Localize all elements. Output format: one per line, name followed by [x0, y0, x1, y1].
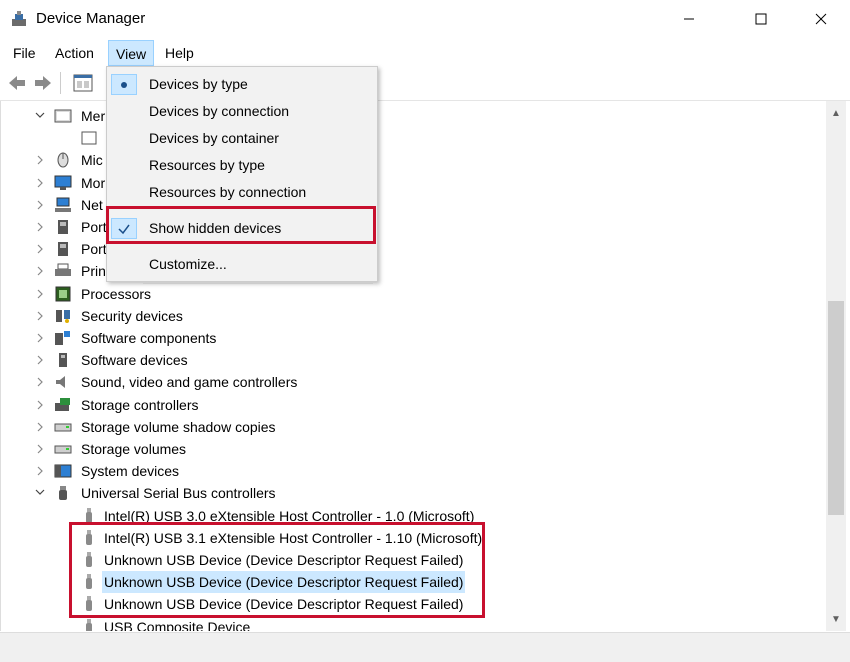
chevron-right-icon[interactable] — [34, 371, 46, 393]
scroll-up-icon[interactable]: ▲ — [826, 103, 846, 123]
tree-category-label: Mer — [81, 108, 106, 124]
chevron-right-icon[interactable] — [34, 416, 46, 438]
tree-category-label: Processors — [81, 285, 152, 302]
view-menu-item-label: Devices by container — [149, 130, 279, 146]
highlight-usb-devices — [69, 522, 485, 618]
bullet-icon — [111, 74, 137, 95]
tree-category-label: Port — [81, 241, 107, 258]
tree-category-label: System devices — [81, 463, 180, 480]
view-menu-item[interactable]: Resources by connection — [107, 179, 377, 206]
menu-separator — [143, 283, 373, 284]
highlight-show-hidden — [106, 206, 376, 244]
chevron-right-icon[interactable] — [34, 238, 46, 260]
minimize-icon — [684, 18, 694, 20]
tree-category-label: Storage volume shadow copies — [81, 418, 276, 435]
close-icon — [815, 13, 827, 25]
chevron-down-icon[interactable] — [34, 482, 46, 504]
status-bar — [0, 632, 850, 662]
tree-category-label: Storage controllers — [81, 396, 199, 413]
tree-category-label: Prin — [81, 263, 106, 280]
chevron-right-icon[interactable] — [34, 394, 46, 416]
scroll-down-icon[interactable]: ▼ — [826, 609, 846, 629]
security-icon — [54, 308, 72, 324]
view-menu-item[interactable]: Devices by container — [107, 125, 377, 152]
view-menu-item-label: Resources by connection — [149, 184, 307, 200]
mouse-icon — [54, 152, 72, 168]
menu-view[interactable]: View — [108, 40, 155, 66]
chevron-right-icon[interactable] — [34, 260, 46, 282]
port-icon — [54, 219, 72, 235]
chevron-right-icon[interactable] — [34, 438, 46, 460]
tree-category-label: Software devices — [81, 352, 188, 369]
memory-icon — [54, 108, 72, 124]
view-menu-item[interactable]: Resources by type — [107, 152, 377, 179]
chevron-right-icon[interactable] — [34, 149, 46, 171]
menu-bar: File Action View Help — [0, 40, 850, 66]
software-device-icon — [54, 352, 72, 368]
chevron-right-icon[interactable] — [34, 349, 46, 371]
usb-icon — [80, 618, 98, 631]
tree-category-label: Mor — [81, 174, 106, 191]
chevron-right-icon[interactable] — [34, 194, 46, 216]
software-component-icon — [54, 330, 72, 346]
view-menu-item[interactable]: Customize... — [107, 251, 377, 278]
view-menu-item-label: Devices by connection — [149, 103, 290, 119]
printer-icon — [54, 263, 72, 279]
system-icon — [54, 463, 72, 479]
chevron-down-icon[interactable] — [34, 105, 46, 127]
drive-icon — [54, 419, 72, 435]
properties-icon[interactable] — [72, 72, 94, 94]
toolbar-divider — [60, 72, 61, 94]
device-icon — [80, 130, 98, 146]
window-title: Device Manager — [36, 10, 146, 27]
processor-icon — [54, 286, 72, 302]
menu-file[interactable]: File — [6, 40, 43, 66]
monitor-icon — [54, 175, 72, 191]
tree-category-label: Storage volumes — [81, 441, 187, 457]
device-manager-icon — [12, 11, 26, 26]
vertical-scrollbar[interactable]: ▲ ▼ — [826, 101, 846, 631]
close-button[interactable] — [798, 0, 844, 38]
tree-category-label: Software components — [81, 330, 217, 346]
view-dropdown-menu: Devices by type Devices by connection Devi… — [106, 66, 378, 284]
scroll-thumb[interactable] — [828, 301, 844, 515]
storage-controller-icon — [54, 397, 72, 413]
chevron-right-icon[interactable] — [34, 327, 46, 349]
view-menu-item-label: Resources by type — [149, 157, 265, 173]
chevron-right-icon[interactable] — [34, 305, 46, 327]
speaker-icon — [54, 374, 72, 390]
tree-category-label: Mic — [81, 152, 103, 169]
view-menu-item[interactable]: Devices by connection — [107, 98, 377, 125]
tree-category-label: Sound, video and game controllers — [81, 374, 298, 391]
network-icon — [54, 197, 72, 213]
back-arrow-icon[interactable] — [6, 72, 28, 94]
tree-category-label: Port — [81, 219, 107, 235]
tree-category-label: Net — [81, 196, 103, 213]
menu-help[interactable]: Help — [158, 40, 201, 66]
chevron-right-icon[interactable] — [34, 172, 46, 194]
port-icon — [54, 241, 72, 257]
chevron-right-icon[interactable] — [34, 460, 46, 482]
minimize-button[interactable] — [666, 0, 712, 38]
view-menu-item-label: Customize... — [149, 256, 227, 272]
drive-icon — [54, 441, 72, 457]
usb-icon — [54, 485, 72, 501]
menu-action[interactable]: Action — [48, 40, 101, 66]
tree-category-label: Universal Serial Bus controllers — [81, 485, 276, 502]
chevron-right-icon[interactable] — [34, 216, 46, 238]
forward-arrow-icon[interactable] — [32, 72, 54, 94]
tree-category-label: Security devices — [81, 307, 183, 324]
view-menu-item-label: Devices by type — [149, 76, 248, 92]
title-bar: Device Manager — [0, 0, 850, 38]
maximize-button[interactable] — [738, 0, 784, 38]
chevron-right-icon[interactable] — [34, 283, 46, 305]
view-menu-item[interactable]: Devices by type — [107, 71, 377, 98]
maximize-icon — [755, 13, 767, 25]
